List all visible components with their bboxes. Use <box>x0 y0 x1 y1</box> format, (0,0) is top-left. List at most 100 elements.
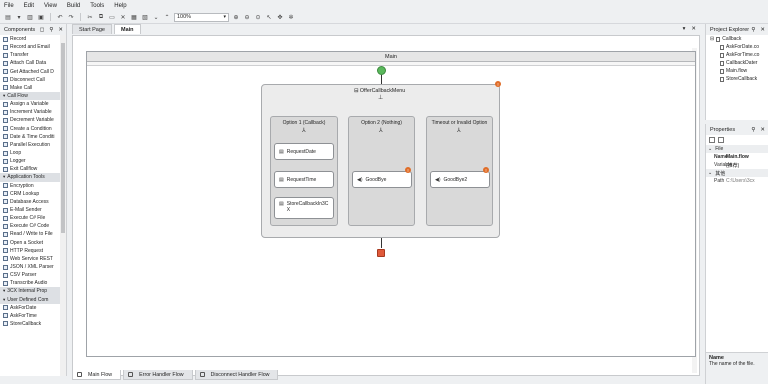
tab-disconnect-handler-flow[interactable]: Disconnect Handler Flow <box>194 370 279 380</box>
component-item[interactable]: Assign a Variable <box>0 100 60 108</box>
close-icon[interactable]: ✕ <box>760 127 765 133</box>
component-item[interactable]: Get Attached Call D <box>0 68 60 76</box>
component-item[interactable]: Record <box>0 35 60 43</box>
menu-view[interactable]: View <box>44 3 57 9</box>
property-group[interactable]: ⌄ File <box>706 145 768 153</box>
component-item[interactable]: Attach Call Data <box>0 59 60 67</box>
property-row[interactable]: Name Main.flow <box>706 153 768 161</box>
menu-build[interactable]: Build <box>67 3 80 9</box>
menu-edit[interactable]: Edit <box>24 3 34 9</box>
component-item[interactable]: AskForTime <box>0 312 60 320</box>
zoom-select[interactable]: 100% ▾ <box>174 12 229 22</box>
tree-item[interactable]: AskForDate.co <box>710 43 768 51</box>
tab-start-page[interactable]: Start Page <box>72 24 112 34</box>
collapse-icon[interactable]: ⌃ <box>163 13 171 21</box>
component-item[interactable]: Loop <box>0 149 60 157</box>
action-store-callback[interactable]: ▤ StoreCallbackIn3CX <box>274 197 334 219</box>
component-item[interactable]: E-Mail Sender <box>0 206 60 214</box>
component-item[interactable]: StoreCallback <box>0 320 60 328</box>
component-item[interactable]: Date & Time Conditi <box>0 133 60 141</box>
component-item[interactable]: Disconnect Call <box>0 76 60 84</box>
action-request-date[interactable]: ▤ RequestDate <box>274 143 334 160</box>
component-item[interactable]: Make Call <box>0 84 60 92</box>
categorized-icon[interactable] <box>709 137 715 143</box>
start-node[interactable] <box>377 66 386 75</box>
close-tab-icon[interactable]: ✕ <box>691 26 696 32</box>
menu-help[interactable]: Help <box>114 3 126 9</box>
menu-file[interactable]: File <box>4 3 14 9</box>
pin-icon[interactable]: ⚲ <box>751 127 755 133</box>
option-branch-timeout[interactable]: Timeout or Invalid Option ⅄ ◀) GoodBye2 ! <box>426 116 493 226</box>
component-item[interactable]: AskForDate <box>0 304 60 312</box>
component-item[interactable]: HTTP Request <box>0 247 60 255</box>
end-node[interactable] <box>377 249 385 257</box>
component-item[interactable]: Transcribe Audio <box>0 279 60 287</box>
component-item[interactable]: Create a Condition <box>0 125 60 133</box>
tree-item[interactable]: AskForTime.co <box>710 51 768 59</box>
component-item[interactable]: Encryption <box>0 182 60 190</box>
component-category[interactable]: ▾ Application Tools <box>0 173 60 182</box>
property-row[interactable]: Path C:\Users\3cx <box>706 177 768 185</box>
tree-item[interactable]: Main.flow <box>710 67 768 75</box>
component-category[interactable]: ▾ 3CX Internal Prop <box>0 287 60 296</box>
tab-error-handler-flow[interactable]: Error Handler Flow <box>123 370 193 380</box>
component-item[interactable]: JSON / XML Parser <box>0 263 60 271</box>
tab-main-flow[interactable]: Main Flow <box>72 370 122 380</box>
component-category[interactable]: ▾ Call Flow <box>0 91 60 101</box>
component-item[interactable]: Exit Callflow <box>0 165 60 173</box>
menu-tools[interactable]: Tools <box>90 3 104 9</box>
pointer-icon[interactable]: ↖ <box>265 13 273 21</box>
save-icon[interactable]: ▣ <box>37 13 45 21</box>
zoom-out-icon[interactable]: ⊖ <box>243 13 251 21</box>
pin-icon[interactable]: ⚲ <box>751 27 755 33</box>
component-item[interactable]: Transfer <box>0 51 60 59</box>
zoom-fit-icon[interactable]: ⊙ <box>254 13 262 21</box>
option-branch-1[interactable]: Option 1 (Callback) ⅄ ▤ RequestDate ▤ Requ… <box>270 116 338 226</box>
action-request-time[interactable]: ▤ RequestTime <box>274 171 334 188</box>
new-project-icon[interactable]: ▤ <box>4 13 12 21</box>
settings-icon[interactable]: ✲ <box>287 13 295 21</box>
paste-icon[interactable]: ▭ <box>108 13 116 21</box>
scrollbar-thumb[interactable] <box>61 43 65 233</box>
redo-icon[interactable]: ↷ <box>67 13 75 21</box>
component-item[interactable]: Database Access <box>0 198 60 206</box>
tab-main[interactable]: Main <box>114 24 141 34</box>
component-category[interactable]: ▾ User Defined Com <box>0 295 60 304</box>
component-item[interactable]: Parallel Execution <box>0 141 60 149</box>
open-folder-icon[interactable]: ▥ <box>26 13 34 21</box>
new-file-icon[interactable]: ▾ <box>15 13 23 21</box>
cut-icon[interactable]: ✂ <box>86 13 94 21</box>
action-goodbye[interactable]: ◀) GoodBye <box>352 171 412 188</box>
close-icon[interactable]: ✕ <box>58 27 63 33</box>
tree-item[interactable]: CallbackDater <box>710 59 768 67</box>
pin-icon[interactable]: ⚲ <box>49 27 53 33</box>
zoom-in-icon[interactable]: ⊕ <box>232 13 240 21</box>
component-item[interactable]: Read / Write to File <box>0 230 60 238</box>
undo-icon[interactable]: ↶ <box>56 13 64 21</box>
tab-dropdown-icon[interactable]: ▾ <box>683 26 686 32</box>
action-goodbye2[interactable]: ◀) GoodBye2 <box>430 171 490 188</box>
components-scrollbar[interactable] <box>60 35 66 376</box>
tree-item-callback[interactable]: ⊟ Callback <box>710 35 768 43</box>
component-item[interactable]: CRM Lookup <box>0 190 60 198</box>
component-item[interactable]: Increment Variable <box>0 108 60 116</box>
component-item[interactable]: Logger <box>0 157 60 165</box>
pan-icon[interactable]: ✥ <box>276 13 284 21</box>
component-item[interactable]: Open a Socket <box>0 239 60 247</box>
component-item[interactable]: CSV Parser <box>0 271 60 279</box>
component-item[interactable]: Execute C# File <box>0 214 60 222</box>
float-icon[interactable]: ◻ <box>40 27 45 33</box>
menu-component[interactable]: ⊟ OfferCallbackMenu ⊥ ! Option 1 (Callba… <box>261 81 501 238</box>
tree-item[interactable]: StoreCallback <box>710 75 768 83</box>
component-item[interactable]: Record and Email <box>0 43 60 51</box>
close-icon[interactable]: ✕ <box>760 27 765 33</box>
expand-icon[interactable]: ⌄ <box>152 13 160 21</box>
copy-icon[interactable]: ⧉ <box>97 13 105 21</box>
property-row[interactable]: Variable (推荐) <box>706 161 768 169</box>
option-branch-2[interactable]: Option 2 (Nothing) ⅄ ◀) GoodBye ! <box>348 116 415 226</box>
property-group[interactable]: ⌄ 其他 <box>706 169 768 177</box>
alphabetical-icon[interactable] <box>718 137 724 143</box>
delete-icon[interactable]: ✕ <box>119 13 127 21</box>
component-item[interactable]: Web Service REST <box>0 255 60 263</box>
build-all-icon[interactable]: ▧ <box>141 13 149 21</box>
